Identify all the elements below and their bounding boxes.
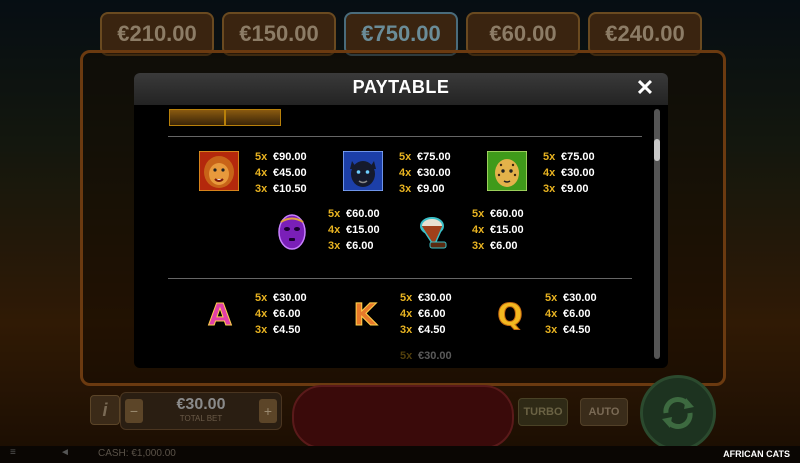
payout-list: 5x €60.00 4x €15.00 3x €6.00 [328,208,380,252]
payout-list: 5x €75.00 4x €30.00 3x €9.00 [399,151,451,195]
letter-k-icon: K [353,298,377,334]
payout-list: 5x €30.00 4x €6.00 3x €4.50 [400,292,452,336]
drum-icon [416,212,456,252]
game-title: AFRICAN CATS [723,449,790,459]
letter-q-icon: Q [497,298,524,334]
payout-list: 5x €30.00 4x €6.00 3x €4.50 [255,292,307,336]
cheetah-icon [486,150,528,192]
bet-label: TOTAL BET [179,414,223,423]
mask-icon [272,212,312,252]
paytable-scrollbar[interactable] [654,109,660,359]
cash-balance: CASH: €1,000.00 [98,448,176,459]
section-divider [168,136,642,137]
center-panel [292,385,514,449]
close-button[interactable]: ✕ [634,77,656,99]
sound-icon[interactable]: ◄ [60,448,70,458]
scrolled-symbol-tile [225,109,281,126]
spin-icon [662,397,694,429]
letter-a-icon: A [208,298,232,334]
paytable-entry-partial: 5x €30.00 [400,350,452,362]
turbo-button[interactable]: TURBO [518,398,568,426]
bet-selector: − €30.00 TOTAL BET + [120,392,282,430]
bet-value: €30.00 [176,396,226,413]
modal-header: PAYTABLE ✕ [134,73,668,105]
scrolled-symbol-tile [169,109,225,126]
bet-increase-button[interactable]: + [259,399,277,423]
spin-button[interactable] [640,375,716,451]
modal-title: PAYTABLE [352,77,450,97]
section-divider [168,278,632,279]
info-button[interactable]: i [90,395,120,425]
paytable-modal: PAYTABLE ✕ 5x€90.00 4x€45.00 3x€10.50 [134,73,668,368]
autoplay-button[interactable]: AUTO [580,398,628,426]
panther-icon [342,150,384,192]
footer-bar: CASH: €1,000.00 AFRICAN CATS [0,446,800,463]
payout-list: 5x €60.00 4x €15.00 3x €6.00 [472,208,524,252]
payout-list: 5x €75.00 4x €30.00 3x €9.00 [543,151,595,195]
menu-icon[interactable]: ≡ [10,448,20,458]
payout-list: 5x €90.00 4x €45.00 3x €10.50 [255,151,307,195]
lion-icon [198,150,240,192]
payout-list: 5x €30.00 4x €6.00 3x €4.50 [545,292,597,336]
scrollbar-thumb[interactable] [654,139,660,161]
